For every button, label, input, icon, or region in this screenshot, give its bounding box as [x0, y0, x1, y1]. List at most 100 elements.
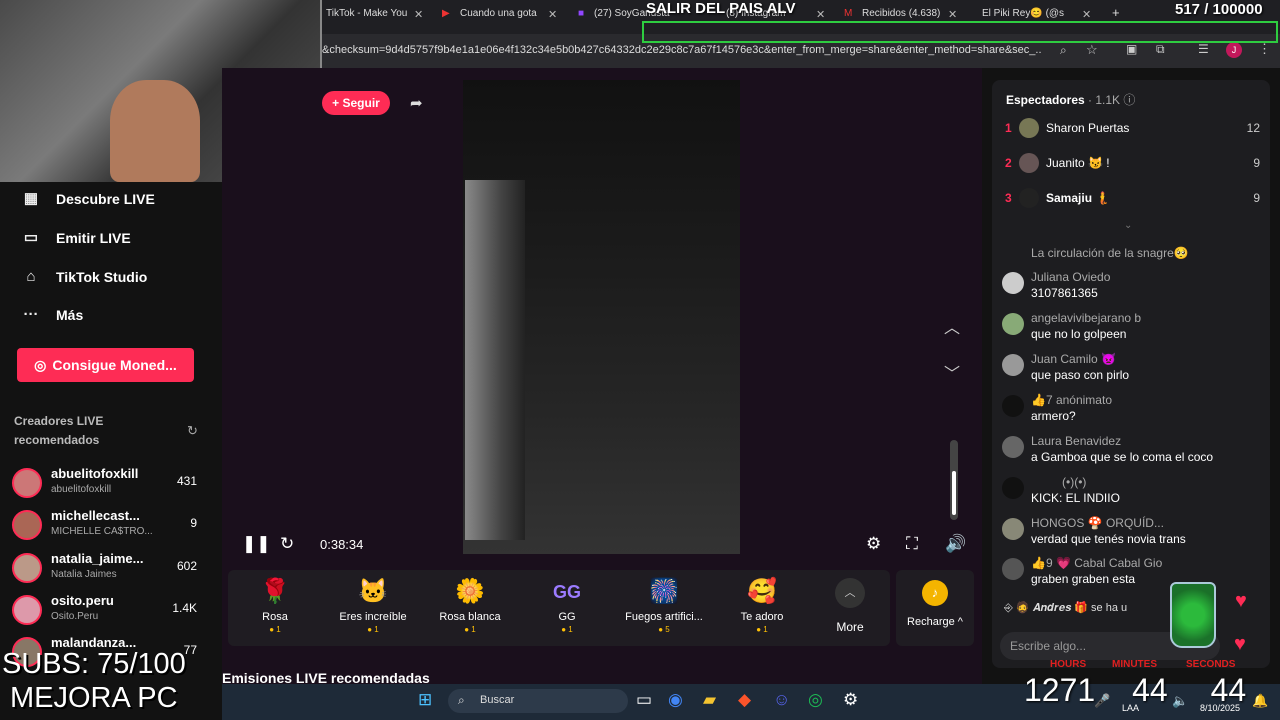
windows-start-icon[interactable]: ⊞ [418, 690, 432, 710]
chevron-down-icon[interactable]: ﹀ [944, 360, 960, 384]
fullscreen-icon[interactable]: ⛶ [906, 534, 918, 554]
extension-icon[interactable]: ▣ [1126, 42, 1137, 56]
avatar [1002, 477, 1024, 499]
app-icon[interactable]: ⚙ [843, 690, 858, 710]
countdown-timer: 1271 44 44 [1024, 672, 1247, 708]
creator-item[interactable]: abuelitofoxkill abuelitofoxkill 431 [12, 466, 212, 506]
close-icon[interactable]: ✕ [948, 8, 957, 21]
gift-price: ● 1 [367, 625, 379, 634]
avatar [1019, 118, 1039, 138]
taskbar-search[interactable]: ⌕ Buscar [448, 689, 628, 713]
chevron-up-icon[interactable]: ︿ [944, 314, 960, 338]
tab-tiktok-profile[interactable]: El Piki Rey😊 (@s [982, 8, 1064, 19]
creator-item[interactable]: michellecast... MICHELLE CA$TRO... 9 [12, 508, 212, 548]
sidebar-item-studio[interactable]: ⌂ TikTok Studio [22, 268, 147, 286]
gift-price: ● 1 [561, 625, 573, 634]
reload-icon[interactable]: ↻ [280, 534, 294, 554]
spotify-icon[interactable]: ◎ [808, 690, 823, 710]
sidebar-item-emitir[interactable]: ▭ Emitir LIVE [22, 229, 131, 247]
top-viewer[interactable]: 1 Sharon Puertas 12 [1005, 118, 1260, 142]
stream-time: 0:38:34 [320, 537, 364, 552]
volume-icon[interactable]: 🔊 [945, 534, 966, 554]
mejora-pc-text: MEJORA PC [10, 682, 178, 714]
sidebar-item-descubre[interactable]: ▦ Descubre LIVE [22, 190, 155, 208]
like-button[interactable]: ♥ [1234, 633, 1246, 656]
close-icon[interactable]: ✕ [1082, 8, 1091, 21]
new-tab-button[interactable]: + [1112, 5, 1120, 20]
subs-counter: SUBS: 75/100 [2, 648, 186, 680]
avatar [1019, 188, 1039, 208]
bookmark-star-icon[interactable]: ☆ [1086, 42, 1098, 58]
chrome-icon[interactable]: ◉ [668, 690, 683, 710]
youtube-icon: ▶ [442, 8, 450, 19]
viewers-header[interactable]: Espectadores · 1.1K ⓘ [1006, 91, 1135, 108]
chevron-up-icon: ︿ [835, 578, 865, 608]
settings-icon[interactable]: ⚙ [866, 534, 881, 554]
heart-icon[interactable]: ♥ [1235, 590, 1247, 613]
tab-tiktok[interactable]: TikTok - Make You [326, 8, 407, 19]
tab-gmail[interactable]: Recibidos (4.638) [862, 8, 940, 19]
overlay-counter: 517 / 100000 [1175, 1, 1263, 18]
zoom-icon[interactable]: ⌕ [1060, 43, 1067, 58]
url-text[interactable]: &checksum=9d4d5757f9b4e1a1e06e4f132c34e5… [322, 44, 1042, 56]
notification-icon[interactable]: 🔔 [1252, 693, 1268, 709]
top-viewer[interactable]: 2 Juanito 😼 ! 9 [1005, 153, 1260, 177]
adore-icon: 🥰 [747, 578, 777, 605]
gg-icon: GG [552, 582, 581, 602]
enter-icon: ⎆ [1004, 602, 1016, 614]
gift-item[interactable]: 🥰 Te adoro ● 1 [717, 576, 807, 634]
reading-list-icon[interactable]: ☰ [1198, 42, 1209, 56]
avatar [12, 468, 42, 498]
join-message: ⎆ 🧔 𝑨𝒏𝒅𝒓𝒆𝒔 🎁 se ha u [1004, 602, 1128, 614]
follow-button[interactable]: + Seguir [322, 91, 390, 115]
studio-icon: ⌂ [26, 268, 36, 285]
close-icon[interactable]: ✕ [414, 8, 423, 21]
info-icon[interactable]: ⓘ [1123, 93, 1135, 107]
more-gifts-button[interactable]: ︿ More [832, 578, 868, 634]
menu-dots-icon[interactable]: ⋮ [1258, 41, 1271, 57]
pause-icon[interactable]: ❚❚ [242, 534, 271, 554]
avatar [1019, 153, 1039, 173]
share-icon[interactable]: ➦ [410, 94, 423, 112]
more-icon: ··· [23, 306, 39, 323]
gmail-icon: M [844, 8, 853, 19]
profile-avatar[interactable]: J [1226, 42, 1242, 58]
creators-title: Creadores LIVE recomendados [14, 414, 104, 447]
sidebar-item-label: TikTok Studio [56, 269, 148, 285]
gift-item[interactable]: 🎆 Fuegos artifici... ● 5 [619, 576, 709, 634]
expand-chevron-icon[interactable]: ⌄ [1124, 220, 1132, 231]
video-scene [465, 180, 525, 540]
hours-label: HOURS [1050, 659, 1087, 670]
recharge-button[interactable]: ♪ Recharge ^ [896, 570, 974, 646]
creator-item[interactable]: natalia_jaime... Natalia Jaimes 602 [12, 551, 212, 591]
puzzle-icon[interactable]: ⧉ [1156, 42, 1165, 57]
tiktok-coin-icon: ♪ [922, 580, 948, 606]
creator-item[interactable]: osito.peru Osito.Peru 1.4K [12, 593, 212, 633]
close-icon[interactable]: ✕ [548, 8, 557, 21]
avatar [12, 553, 42, 583]
refresh-icon[interactable]: ↻ [187, 423, 198, 439]
tab-youtube[interactable]: Cuando una gota [460, 8, 537, 19]
avatar [1002, 558, 1024, 580]
avatar [1002, 518, 1024, 540]
get-coins-button[interactable]: ◎ Consigue Moned... [17, 348, 194, 382]
gift-item[interactable]: 🌹 Rosa ● 1 [230, 576, 320, 634]
top-viewer[interactable]: 3 Samajiu 🧜 9 [1005, 188, 1260, 212]
sidebar-item-label: Descubre LIVE [56, 191, 155, 207]
discord-icon[interactable]: ☺ [773, 690, 790, 710]
overlay-frame [642, 21, 1278, 43]
gift-item[interactable]: GG GG ● 1 [522, 576, 612, 634]
brave-icon[interactable]: ◆ [738, 690, 751, 710]
avatar [12, 595, 42, 625]
gift-item[interactable]: 🐱 Eres increíble ● 1 [328, 576, 418, 634]
avatar [1002, 354, 1024, 376]
chat-system-message: La circulación de la snagre🥺 [1031, 246, 1189, 260]
streamer-image [110, 80, 200, 182]
sidebar-item-mas[interactable]: ··· Más [22, 306, 84, 324]
fireworks-icon: 🎆 [649, 578, 679, 605]
gift-item[interactable]: 🌼 Rosa blanca ● 1 [425, 576, 515, 634]
folder-icon[interactable]: ▰ [703, 690, 716, 710]
gift-price: ● 1 [269, 625, 281, 634]
close-icon[interactable]: ✕ [816, 8, 825, 21]
task-view-icon[interactable]: ▭ [636, 690, 652, 710]
